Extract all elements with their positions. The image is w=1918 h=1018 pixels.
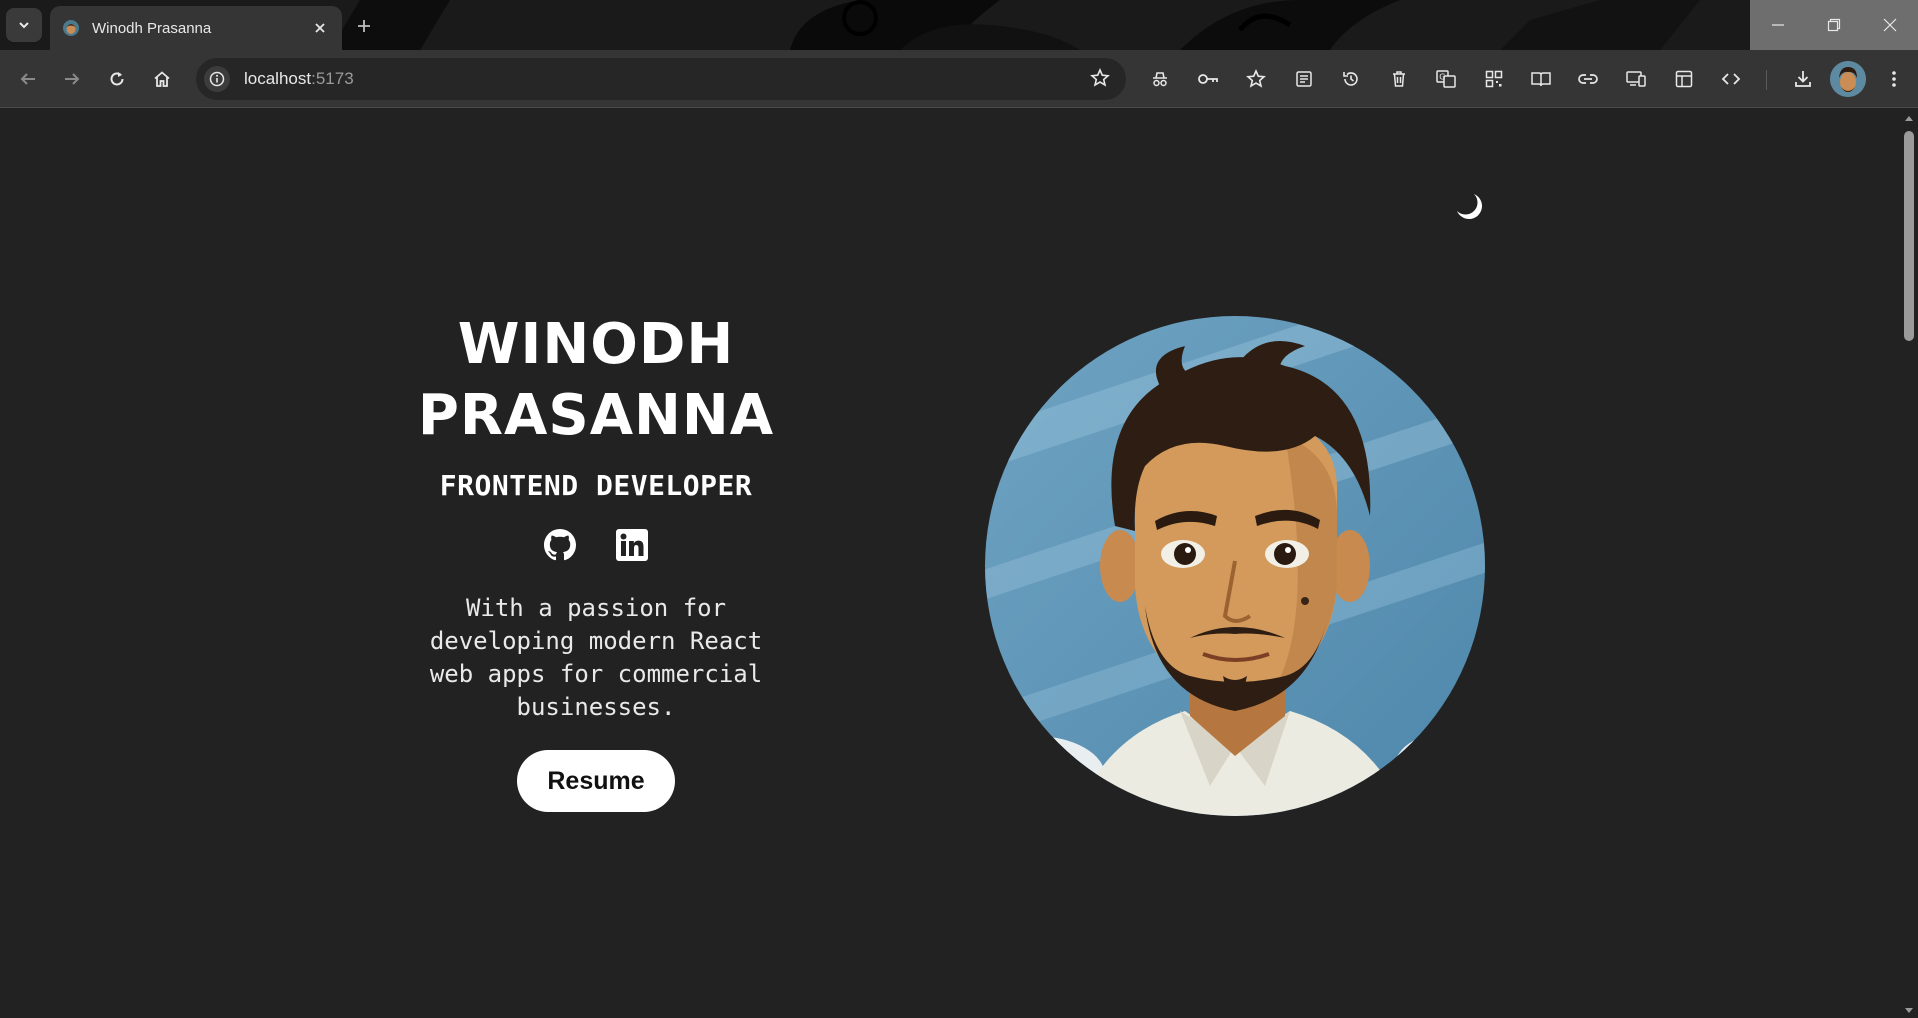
- arrow-right-icon: [65, 73, 80, 85]
- arrow-left-icon: [20, 73, 35, 85]
- github-link[interactable]: [543, 528, 577, 562]
- scroll-up-arrow-icon[interactable]: [1904, 113, 1914, 123]
- avatar: [1830, 61, 1866, 97]
- hero-name-line1: WINODH: [457, 312, 735, 377]
- dev-tools-button[interactable]: [1717, 65, 1745, 93]
- hero-role: FRONTEND DEVELOPER: [439, 469, 753, 502]
- svg-text:G: G: [1439, 73, 1445, 82]
- star-list-icon: [1246, 69, 1266, 88]
- hero-intro: WINODH PRASANNA FRONTEND DEVELOPER With …: [396, 309, 796, 812]
- home-icon: [154, 71, 170, 87]
- reading-list-button[interactable]: [1290, 65, 1318, 93]
- profile-avatar-button[interactable]: [1830, 61, 1866, 97]
- resume-button[interactable]: Resume: [517, 750, 675, 812]
- portrait-illustration: [985, 316, 1485, 816]
- link-icon: [1578, 74, 1598, 84]
- minimize-icon: [1772, 24, 1784, 26]
- address-bar[interactable]: localhost:5173: [196, 58, 1126, 100]
- layout-icon: [1675, 70, 1693, 88]
- back-button[interactable]: [12, 63, 44, 95]
- linkedin-icon: [616, 529, 648, 561]
- tab-close-button[interactable]: [310, 18, 330, 38]
- plus-icon: [358, 20, 370, 32]
- key-icon: [1198, 74, 1218, 84]
- linkedin-link[interactable]: [615, 528, 649, 562]
- moon-icon: [1457, 194, 1482, 219]
- book-icon: [1531, 72, 1551, 87]
- history-button[interactable]: [1337, 65, 1365, 93]
- star-icon: [1090, 68, 1110, 87]
- restore-button[interactable]: [1806, 0, 1862, 50]
- theme-toggle-button[interactable]: [1450, 187, 1490, 227]
- reload-icon: [110, 72, 124, 86]
- translate-icon: G: [1436, 70, 1456, 88]
- browser-tab-active[interactable]: Winodh Prasanna: [50, 6, 342, 50]
- scroll-down-arrow-icon[interactable]: [1904, 1006, 1914, 1016]
- downloads-button[interactable]: [1789, 65, 1817, 93]
- bookmark-star-button[interactable]: [1090, 68, 1110, 93]
- minimize-button[interactable]: [1750, 0, 1806, 50]
- qr-code-icon: [1485, 70, 1503, 88]
- home-button[interactable]: [146, 63, 178, 95]
- scrollbar-thumb[interactable]: [1904, 131, 1914, 341]
- device-toolbar-button[interactable]: [1622, 65, 1650, 93]
- incognito-extension-button[interactable]: [1146, 65, 1174, 93]
- profile-portrait: [985, 316, 1485, 816]
- new-tab-button[interactable]: [348, 10, 380, 42]
- more-vertical-icon: [1892, 71, 1896, 87]
- favorites-button[interactable]: [1242, 65, 1270, 93]
- hero-description: With a passion for developing modern Rea…: [429, 594, 763, 721]
- reload-button[interactable]: [101, 63, 133, 95]
- social-links: [396, 528, 796, 562]
- page-viewport: WINODH PRASANNA FRONTEND DEVELOPER With …: [0, 109, 1900, 1018]
- browser-toolbar: localhost:5173 G: [0, 50, 1918, 108]
- spy-icon: [1153, 72, 1167, 87]
- hero-name-line2: PRASANNA: [417, 383, 775, 448]
- info-icon: [209, 71, 225, 87]
- forward-button[interactable]: [56, 63, 88, 95]
- toolbar-divider: [1766, 70, 1767, 90]
- url-host: localhost: [244, 69, 312, 88]
- reader-mode-button[interactable]: [1527, 65, 1555, 93]
- url-port: :5173: [311, 69, 354, 88]
- restore-icon: [1827, 18, 1841, 32]
- copy-link-button[interactable]: [1574, 65, 1602, 93]
- qr-code-button[interactable]: [1480, 65, 1508, 93]
- history-icon: [1343, 72, 1358, 86]
- browser-titlebar: Winodh Prasanna: [0, 0, 1918, 50]
- translate-button[interactable]: G: [1432, 65, 1460, 93]
- github-icon: [544, 529, 576, 561]
- devices-icon: [1626, 71, 1646, 87]
- download-icon: [1795, 71, 1811, 87]
- window-controls: [1750, 0, 1918, 50]
- password-manager-button[interactable]: [1194, 65, 1222, 93]
- close-icon: [1883, 18, 1897, 32]
- tab-title: Winodh Prasanna: [92, 19, 212, 37]
- list-icon: [1296, 71, 1312, 87]
- layout-button[interactable]: [1670, 65, 1698, 93]
- site-info-button[interactable]: [204, 66, 230, 92]
- close-icon: [315, 23, 325, 33]
- url-text: localhost:5173: [244, 69, 354, 89]
- favicon-icon: [63, 20, 79, 36]
- code-icon: [1721, 73, 1741, 85]
- close-window-button[interactable]: [1862, 0, 1918, 50]
- page-scrollbar[interactable]: [1900, 109, 1918, 1018]
- trash-icon: [1393, 71, 1405, 87]
- clear-data-button[interactable]: [1385, 65, 1413, 93]
- tab-search-button[interactable]: [6, 8, 42, 42]
- hero-name: WINODH PRASANNA: [396, 309, 796, 451]
- browser-menu-button[interactable]: [1880, 65, 1908, 93]
- chevron-down-icon: [19, 22, 29, 29]
